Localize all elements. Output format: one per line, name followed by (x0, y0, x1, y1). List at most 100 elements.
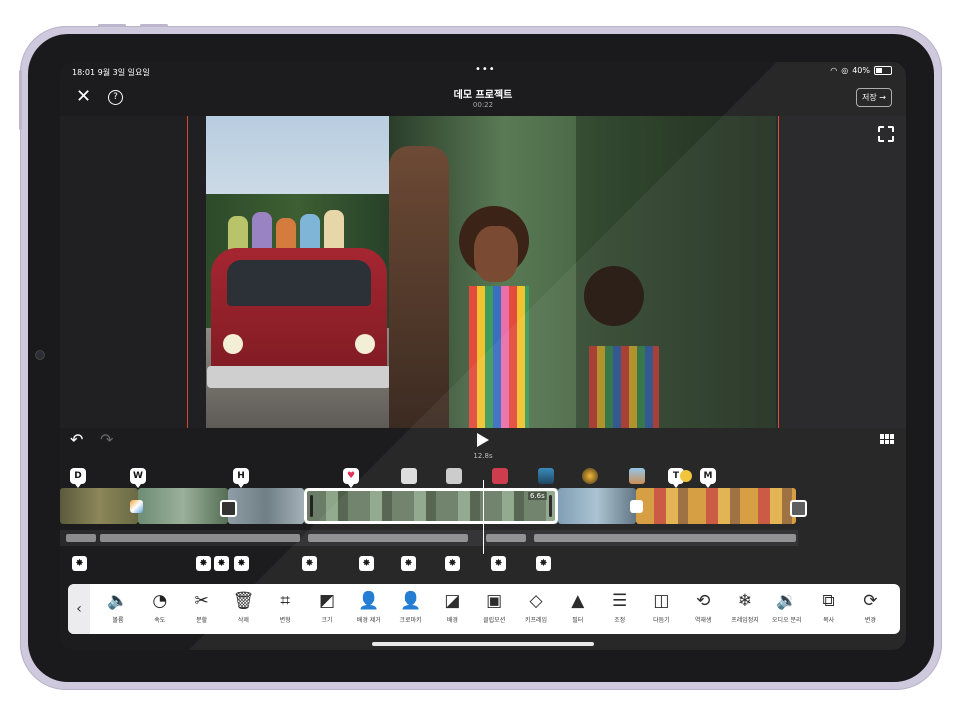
top-button-2 (140, 24, 168, 27)
tool-freeze-frame[interactable]: ❄ 프레임정지 (725, 590, 765, 630)
clip-duration-label: 6.6s (528, 492, 547, 500)
effect-icon[interactable]: ✸ (196, 556, 211, 571)
tool-background[interactable]: ◪ 배경 (432, 590, 472, 630)
effect-icon[interactable]: ✸ (302, 556, 317, 571)
timeline[interactable]: D W H ♥ T M 6.6s ✸ ✸ ✸ ✸ ✸ ✸ ✸ ✸ ✸ ✸ (60, 464, 906, 580)
tool-replace[interactable]: ⟳ 변경 (850, 590, 890, 630)
effect-icon[interactable]: ✸ (214, 556, 229, 571)
tool-keyframe[interactable]: ◇ 키프레임 (516, 590, 556, 630)
sticker-6[interactable] (629, 468, 645, 484)
tool-label: 크기 (321, 617, 333, 624)
badge-h[interactable]: H (233, 468, 249, 488)
tool-label: 변경 (864, 617, 876, 624)
playhead-time: 12.8s (473, 452, 493, 460)
tool-scissors[interactable]: ✂ 분할 (182, 590, 222, 630)
effect-icon[interactable]: ✸ (359, 556, 374, 571)
tool-label: 속도 (154, 617, 166, 624)
volume-icon: 🔈 (107, 591, 129, 611)
clip-5[interactable] (558, 488, 636, 524)
grid-view-icon[interactable] (880, 434, 894, 444)
waveform-segment (66, 534, 96, 542)
tool-label: 배경 (446, 617, 458, 624)
side-button (19, 70, 22, 130)
waveform-segment (534, 534, 796, 542)
edit-toolbar: ‹ 🔈 볼륨 ◔ 속도 ✂ 분할 🗑 삭제 ⌗ 변형 ◩ 크기 👤 배경 제거 👤 크로마키 ◪ 배경 ▣ 클립모션 ◇… (68, 584, 900, 634)
trim-handle-left[interactable] (310, 495, 313, 517)
transition-icon-4[interactable] (790, 500, 807, 517)
emoji-sticker[interactable] (680, 470, 692, 482)
battery-percent: 40% (852, 66, 870, 75)
clip-2[interactable] (138, 488, 228, 524)
play-icon[interactable] (477, 433, 489, 447)
transition-icon-3[interactable] (630, 500, 643, 513)
status-right: ◠ ◎ 40% (830, 66, 892, 75)
tool-speed-gauge[interactable]: ◔ 속도 (140, 590, 180, 630)
tool-label: 클립모션 (483, 617, 506, 624)
speed-gauge-icon: ◔ (152, 591, 168, 611)
redo-icon[interactable]: ↷ (100, 430, 113, 449)
crop-icon: ⌗ (280, 591, 290, 611)
tool-chroma-key[interactable]: 👤 크로마키 (391, 590, 431, 630)
video-preview[interactable] (60, 116, 906, 428)
sticker-2[interactable] (446, 468, 462, 484)
focus-icon: ◎ (841, 66, 849, 75)
fullscreen-icon[interactable] (878, 126, 894, 142)
clip-1[interactable] (60, 488, 138, 524)
badge-w[interactable]: W (130, 468, 146, 488)
effect-icon[interactable]: ✸ (445, 556, 460, 571)
home-indicator[interactable] (372, 642, 594, 646)
heart-sticker-icon[interactable]: ♥ (343, 468, 359, 488)
project-duration: 00:22 (472, 101, 494, 109)
tool-background-remove[interactable]: 👤 배경 제거 (349, 590, 389, 630)
tool-filter[interactable]: ▲ 필터 (558, 590, 598, 630)
clip-6[interactable] (636, 488, 796, 524)
sticker-5[interactable] (582, 468, 598, 484)
tool-label: 배경 제거 (356, 617, 381, 624)
save-button[interactable]: 저장 → (856, 88, 892, 107)
keyframe-icon: ◇ (529, 591, 543, 611)
effect-icon[interactable]: ✸ (491, 556, 506, 571)
tool-clip-motion[interactable]: ▣ 클립모션 (474, 590, 514, 630)
tool-label: 변형 (279, 617, 291, 624)
effect-icon[interactable]: ✸ (401, 556, 416, 571)
badge-d[interactable]: D (70, 468, 86, 488)
trim-handle-right[interactable] (549, 495, 552, 517)
selected-clip-outline[interactable] (304, 488, 558, 524)
effect-icon[interactable]: ✸ (72, 556, 87, 571)
tool-label: 복사 (823, 617, 835, 624)
tool-copy[interactable]: ⧉ 복사 (809, 590, 849, 630)
tool-trash[interactable]: 🗑 삭제 (223, 590, 263, 630)
wifi-icon: ◠ (830, 66, 838, 75)
tool-label: 프레임정지 (731, 617, 759, 624)
tool-label: 삭제 (237, 617, 249, 624)
tool-reverse[interactable]: ⟲ 역재생 (683, 590, 723, 630)
freeze-frame-icon: ❄ (737, 591, 753, 611)
sticker-4[interactable] (538, 468, 554, 484)
effect-icon[interactable]: ✸ (536, 556, 551, 571)
top-button-1 (98, 24, 126, 27)
status-bar: 18:01 9월 3일 일요일 ••• ◠ ◎ 40% (60, 62, 906, 80)
tool-resize[interactable]: ◩ 크기 (307, 590, 347, 630)
playhead[interactable] (483, 480, 484, 554)
sticker-3[interactable] (492, 468, 508, 484)
transition-icon-1[interactable] (130, 500, 143, 513)
effect-icon[interactable]: ✸ (234, 556, 249, 571)
tool-trim[interactable]: ◫ 다듬기 (641, 590, 681, 630)
tool-volume[interactable]: 🔈 볼륨 (98, 590, 138, 630)
copy-icon: ⧉ (822, 591, 835, 611)
tool-audio-split[interactable]: 🔉 오디오 분리 (767, 590, 807, 630)
sticker-1[interactable] (401, 468, 417, 484)
toolbar-back-button[interactable]: ‹ (68, 584, 90, 634)
badge-m[interactable]: M (700, 468, 716, 488)
tool-adjust-sliders[interactable]: ☰ 조정 (600, 590, 640, 630)
tool-label: 크로마키 (399, 617, 422, 624)
scissors-icon: ✂ (194, 591, 209, 611)
transition-icon-2[interactable] (220, 500, 237, 517)
tool-crop[interactable]: ⌗ 변형 (265, 590, 305, 630)
multitask-dots[interactable]: ••• (475, 64, 496, 75)
tool-label: 필터 (572, 617, 584, 624)
background-remove-icon: 👤 (358, 591, 380, 611)
clip-3[interactable] (228, 488, 304, 524)
audio-split-icon: 🔉 (776, 591, 798, 611)
undo-icon[interactable]: ↶ (70, 430, 83, 449)
